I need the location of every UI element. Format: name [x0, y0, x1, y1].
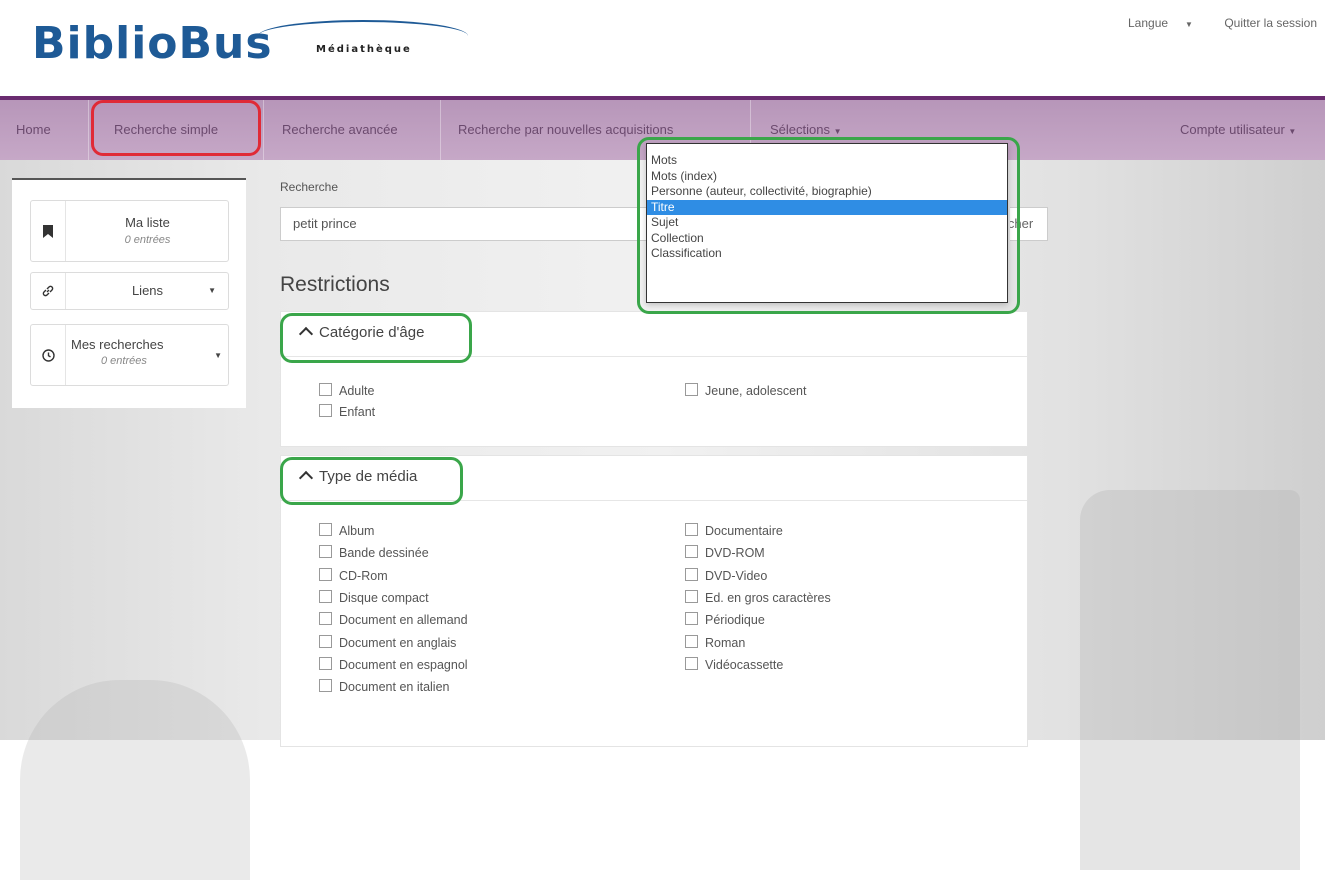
checkbox[interactable] [319, 589, 332, 603]
links-dropdown[interactable]: Liens ▼ [30, 272, 229, 310]
checkbox[interactable] [685, 589, 698, 603]
checkbox[interactable] [685, 567, 698, 581]
checkbox[interactable] [319, 404, 332, 417]
checkbox-label: Document en allemand [339, 613, 468, 628]
checkbox-label: Jeune, adolescent [705, 384, 807, 398]
checkbox-label: Vidéocassette [705, 657, 784, 672]
my-searches-title: Mes recherches [71, 337, 164, 352]
links-title: Liens [131, 283, 164, 298]
checkbox-label: Document en italien [339, 680, 450, 695]
checkbox-option[interactable]: Document en allemand [319, 612, 468, 627]
background-shape [20, 680, 250, 880]
checkbox-label: Bande dessinée [339, 546, 429, 561]
checkbox-label: Périodique [705, 613, 765, 628]
checkbox-option[interactable]: Adulte [319, 383, 374, 398]
caret-down-icon: ▼ [214, 351, 222, 360]
checkbox[interactable] [319, 567, 332, 581]
checkbox-option[interactable]: Vidéocassette [685, 656, 784, 672]
annotation-highlight-red [91, 100, 261, 156]
bookmark-icon [31, 201, 66, 261]
checkbox-option[interactable]: Document en italien [319, 679, 449, 694]
checkbox-option[interactable]: Bande dessinée [319, 545, 429, 560]
my-searches-count: 0 entrées [101, 355, 147, 367]
search-label: Recherche [280, 180, 339, 194]
clock-icon [31, 325, 66, 385]
checkbox-label: Roman [705, 635, 746, 650]
checkbox-option[interactable]: Document en espagnol [319, 656, 468, 672]
nav-account-label: Compte utilisateur [1180, 122, 1285, 137]
checkbox-label: CD-Rom [339, 568, 388, 583]
checkbox-label: Ed. en gros caractères [705, 590, 831, 605]
restrictions-heading: Restrictions [280, 273, 390, 296]
logo[interactable]: BiblioBus [32, 18, 273, 69]
language-label: Langue [1128, 16, 1169, 30]
checkbox-option[interactable]: CD-Rom [319, 567, 388, 583]
my-searches-dropdown[interactable]: Mes recherches 0 entrées ▼ [30, 324, 229, 386]
checkbox[interactable] [685, 545, 698, 559]
nav-home[interactable]: Home [16, 100, 51, 160]
logo-subtitle: Médiathèque [316, 44, 412, 55]
caret-down-icon: ▼ [208, 286, 216, 295]
checkbox-option[interactable]: Périodique [685, 612, 765, 627]
checkbox[interactable] [319, 383, 332, 396]
checkbox[interactable] [319, 634, 332, 648]
sidebar: Ma liste 0 entrées Liens ▼ Mes recherche… [12, 178, 246, 408]
checkbox[interactable] [319, 656, 332, 670]
nav-divider [88, 100, 89, 160]
checkbox-option[interactable]: Documentaire [685, 523, 783, 538]
checkbox-label: Disque compact [339, 590, 429, 605]
checkbox[interactable] [319, 612, 332, 626]
checkbox-option[interactable]: Disque compact [319, 589, 429, 605]
nav-divider [263, 100, 264, 160]
checkbox[interactable] [319, 679, 332, 693]
checkbox-label: DVD-Video [705, 568, 768, 583]
annotation-highlight-green [280, 313, 472, 363]
checkbox-label: Adulte [339, 384, 375, 398]
checkbox-label: Document en anglais [339, 635, 457, 650]
logout-link[interactable]: Quitter la session [1224, 16, 1317, 30]
checkbox-option[interactable]: Ed. en gros caractères [685, 589, 831, 605]
checkbox[interactable] [685, 383, 698, 396]
my-list-widget[interactable]: Ma liste 0 entrées [30, 200, 229, 262]
checkbox-label: Enfant [339, 405, 376, 419]
nav-divider [440, 100, 441, 160]
checkbox[interactable] [685, 656, 698, 670]
nav-user-account[interactable]: Compte utilisateur ▼ [1180, 100, 1296, 160]
my-list-count: 0 entrées [124, 234, 171, 246]
checkbox[interactable] [685, 612, 698, 626]
top-links: Langue ▼ Quitter la session [1128, 16, 1325, 30]
checkbox-option[interactable]: Document en anglais [319, 634, 457, 650]
header: BiblioBus Médiathèque Langue ▼ Quitter la… [0, 0, 1325, 96]
nav-recherche-avancee[interactable]: Recherche avancée [282, 100, 398, 160]
language-menu[interactable]: Langue ▼ [1128, 16, 1207, 30]
annotation-highlight-green [637, 137, 1020, 314]
search-input[interactable]: petit prince [280, 207, 660, 241]
link-icon [31, 273, 66, 309]
checkbox-option[interactable]: DVD-Video [685, 567, 768, 583]
checkbox[interactable] [685, 634, 698, 648]
checkbox-label: Documentaire [705, 524, 783, 538]
caret-down-icon: ▼ [833, 127, 842, 136]
checkbox-option[interactable]: Album [319, 523, 374, 538]
checkbox-label: Document en espagnol [339, 657, 468, 672]
checkbox[interactable] [685, 523, 698, 536]
caret-down-icon: ▼ [1185, 20, 1193, 29]
checkbox-option[interactable]: DVD-ROM [685, 545, 765, 560]
nav-selections-label: Sélections [770, 122, 830, 137]
checkbox-option[interactable]: Enfant [319, 404, 375, 419]
caret-down-icon: ▼ [1288, 127, 1297, 136]
background-shape [1080, 490, 1300, 870]
checkbox[interactable] [319, 545, 332, 559]
checkbox-label: DVD-ROM [705, 546, 765, 561]
annotation-highlight-green [280, 457, 463, 505]
checkbox-option[interactable]: Jeune, adolescent [685, 383, 806, 398]
my-list-title: Ma liste [125, 215, 170, 230]
checkbox-option[interactable]: Roman [685, 634, 746, 650]
checkbox-label: Album [339, 524, 375, 538]
checkbox[interactable] [319, 523, 332, 536]
